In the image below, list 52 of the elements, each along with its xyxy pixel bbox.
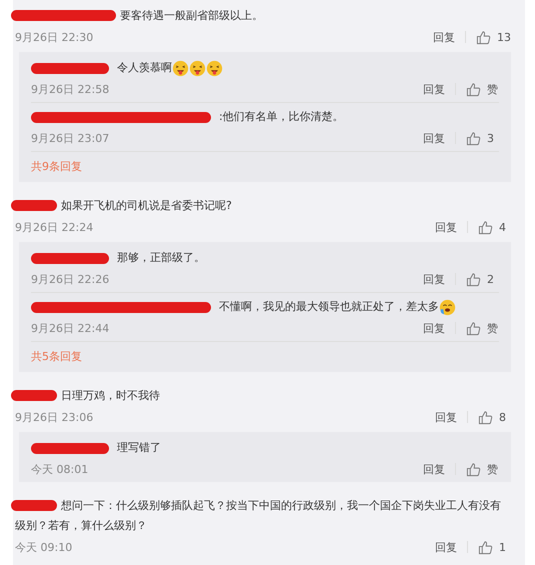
- like-count: 1: [499, 540, 507, 554]
- thumbs-up-icon[interactable]: [466, 82, 481, 96]
- thumbs-up-icon[interactable]: [478, 540, 493, 554]
- reply-link[interactable]: 回复: [435, 540, 457, 554]
- like-count: 13: [497, 30, 511, 44]
- reply-link[interactable]: 回复: [423, 272, 445, 286]
- comment-text: 要客待遇一般副省部级以上。: [15, 6, 511, 26]
- comment-text: 如果开飞机的司机说是省委书记呢?: [15, 196, 511, 216]
- tongue-emoji-icon: [172, 60, 189, 76]
- reply-text: :他们有名单，比你清楚。: [219, 109, 344, 125]
- thumbs-up-icon[interactable]: [466, 130, 481, 146]
- thumbs-up-icon[interactable]: [466, 272, 481, 286]
- reply-time: 9月26日 22:44: [31, 320, 110, 336]
- thumbs-up-icon[interactable]: [466, 462, 481, 476]
- reply-link[interactable]: 回复: [435, 410, 457, 424]
- reply-time: 9月26日 22:58: [31, 82, 110, 96]
- reply-time: 9月26日 22:26: [31, 272, 110, 286]
- like-count: 赞: [487, 320, 499, 336]
- like-count: 8: [499, 410, 507, 424]
- redaction-mark: [11, 200, 57, 212]
- comment-time: 9月26日 23:06: [15, 410, 94, 424]
- like-count: 赞: [487, 462, 499, 476]
- tongue-emoji-icon: [206, 60, 223, 76]
- reply-link[interactable]: 回复: [423, 462, 445, 476]
- like-count: 2: [487, 272, 495, 286]
- reply-time: 今天 08:01: [31, 462, 88, 476]
- reply-text: 那够，正部级了。: [117, 250, 205, 266]
- reply-link[interactable]: 回复: [435, 220, 457, 234]
- comment-time: 9月26日 22:30: [15, 30, 94, 44]
- redaction-mark: [11, 390, 57, 402]
- reply-link[interactable]: 回复: [433, 30, 455, 44]
- reply-link[interactable]: 回复: [423, 82, 445, 96]
- thumbs-up-icon[interactable]: [478, 410, 493, 424]
- like-count: 3: [487, 132, 495, 144]
- tongue-emoji-icon: [189, 60, 206, 76]
- crying-emoji-icon: [439, 298, 456, 316]
- reply-text: 不懂啊，我见的最大领导也就正处了，差太多: [219, 299, 439, 315]
- thumbs-up-icon[interactable]: [466, 320, 481, 336]
- thumbs-up-icon[interactable]: [476, 30, 491, 44]
- reply-text: 理写错了: [117, 440, 161, 456]
- reply-text: 令人羡慕啊: [117, 60, 172, 76]
- reply-link[interactable]: 回复: [423, 130, 445, 146]
- thumbs-up-icon[interactable]: [478, 220, 493, 234]
- comment-time: 9月26日 22:24: [15, 220, 94, 234]
- like-count: 4: [499, 220, 507, 234]
- comment-text: 日理万鸡，时不我待: [15, 386, 511, 406]
- comment-time: 今天 09:10: [15, 540, 72, 554]
- reply-link[interactable]: 回复: [423, 320, 445, 336]
- redaction-mark: [11, 500, 57, 512]
- comment-text: 想问一下：什么级别够插队起飞？按当下中国的行政级别，我一个国企下岗失业工人有没有级别？若有，算什么级别？: [15, 496, 511, 536]
- like-count: 赞: [487, 82, 499, 96]
- reply-time: 9月26日 23:07: [31, 130, 110, 146]
